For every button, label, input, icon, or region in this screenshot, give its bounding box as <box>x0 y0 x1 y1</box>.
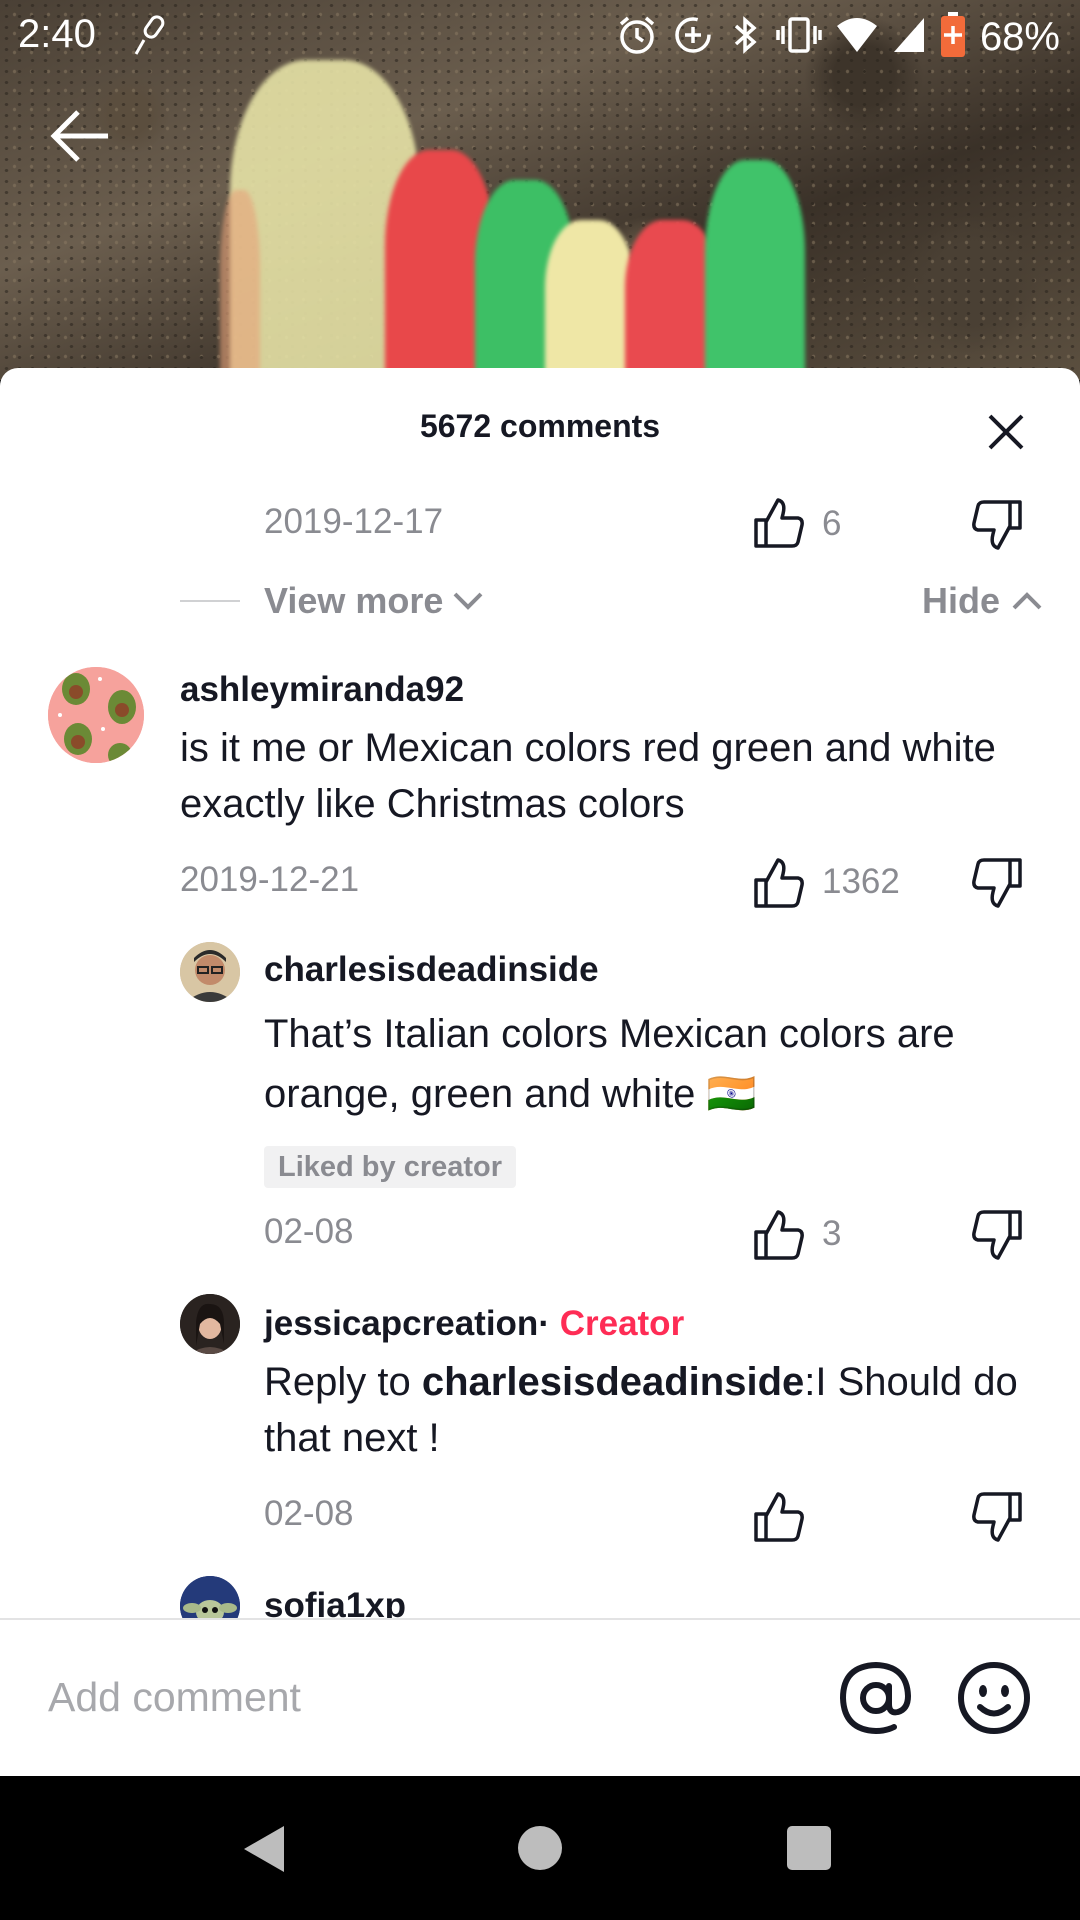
avatar[interactable] <box>180 1294 240 1354</box>
dislike-button[interactable] <box>970 498 1024 552</box>
chevron-down-icon <box>454 592 483 610</box>
flag-emoji: 🇮🇳 <box>706 1072 757 1116</box>
like-button[interactable] <box>752 856 806 910</box>
user-photo-icon <box>180 942 240 1002</box>
mic-icon <box>130 14 170 67</box>
vibrate-icon <box>776 14 822 61</box>
back-button[interactable] <box>48 104 112 168</box>
reply-username[interactable]: charlesisdeadinside <box>264 950 599 990</box>
dislike-button[interactable] <box>970 1208 1024 1262</box>
view-more-label: View more <box>264 580 444 621</box>
status-bar: 2:40 68% <box>0 0 1080 76</box>
triangle-back-icon <box>244 1826 284 1872</box>
close-button[interactable] <box>982 408 1030 456</box>
reply-username-row: jessicapcreation· Creator <box>264 1304 684 1344</box>
like-button[interactable] <box>752 496 806 550</box>
avatar[interactable] <box>180 942 240 1002</box>
back-arrow-icon <box>50 110 108 162</box>
comment-date: 2019-12-17 <box>264 502 444 541</box>
thumbs-down-icon <box>972 500 1022 550</box>
hide-button[interactable]: Hide <box>922 580 1044 622</box>
smiley-icon <box>958 1662 1030 1734</box>
thumbs-down-icon <box>972 858 1022 908</box>
thumbs-up-icon <box>754 498 804 548</box>
chevron-up-icon <box>1012 592 1042 610</box>
thumbs-down-icon <box>972 1492 1022 1542</box>
like-button[interactable] <box>752 1208 806 1262</box>
data-saver-icon <box>672 14 714 61</box>
avocado-avatar-icon <box>48 667 144 763</box>
hide-label: Hide <box>921 580 1000 621</box>
emoji-button[interactable] <box>956 1660 1032 1736</box>
like-button[interactable] <box>752 1490 806 1544</box>
like-count: 6 <box>822 504 842 543</box>
comment-username[interactable]: ashleymiranda92 <box>180 670 464 710</box>
wifi-icon <box>836 16 878 59</box>
reply-username[interactable]: jessicapcreation <box>264 1304 538 1343</box>
nav-recents-button[interactable] <box>787 1826 831 1870</box>
thumbs-up-icon <box>754 1210 804 1260</box>
thumbs-up-icon <box>754 1492 804 1542</box>
like-count: 3 <box>822 1214 842 1253</box>
comments-count-title: 5672 comments <box>419 408 661 444</box>
like-count: 1362 <box>822 862 900 901</box>
reply-text-body: That’s Italian colors Mexican colors are… <box>264 1012 955 1116</box>
sheet-header: 5672 comments <box>0 368 1080 478</box>
dislike-button[interactable] <box>970 856 1024 910</box>
comment-text: is it me or Mexican colors red green and… <box>180 726 996 826</box>
comment-input-bar: Add comment <box>0 1618 1080 1776</box>
reply-date: 02-08 <box>264 1494 354 1533</box>
comment-date: 2019-12-21 <box>180 860 360 899</box>
thread-divider-line <box>180 600 240 602</box>
nav-home-button[interactable] <box>518 1826 562 1870</box>
reply-to-username[interactable]: charlesisdeadinside <box>422 1360 804 1404</box>
status-time: 2:40 <box>18 12 96 56</box>
close-icon <box>988 414 1024 450</box>
signal-icon <box>892 16 926 59</box>
view-more-button[interactable]: View more <box>264 580 485 622</box>
at-sign-icon <box>839 1661 912 1735</box>
liked-by-creator-badge: Liked by creator <box>264 1146 517 1188</box>
add-comment-input[interactable]: Add comment <box>48 1674 301 1721</box>
alarm-icon <box>616 14 658 61</box>
dislike-button[interactable] <box>970 1490 1024 1544</box>
battery-icon <box>940 12 966 63</box>
reply-date: 02-08 <box>264 1212 354 1251</box>
comments-sheet: 5672 comments 2019-12-17 6 View more Hid… <box>0 368 1080 1776</box>
bluetooth-icon <box>728 14 762 61</box>
name-separator: · <box>538 1304 550 1343</box>
thumbs-up-icon <box>754 858 804 908</box>
thumbs-down-icon <box>972 1210 1022 1260</box>
nav-back-button[interactable] <box>240 1824 288 1879</box>
creator-label: Creator <box>559 1304 685 1343</box>
system-nav-bar <box>0 1776 1080 1920</box>
mention-button[interactable] <box>838 1660 914 1736</box>
reply-text: Reply to charlesisdeadinside:I Should do… <box>264 1354 1024 1466</box>
reply-text: That’s Italian colors Mexican colors are… <box>264 1004 1024 1124</box>
reply-prefix: Reply to <box>264 1360 422 1404</box>
user-photo-icon <box>180 1294 240 1354</box>
battery-percent: 68% <box>979 15 1060 59</box>
avatar[interactable] <box>48 667 144 763</box>
